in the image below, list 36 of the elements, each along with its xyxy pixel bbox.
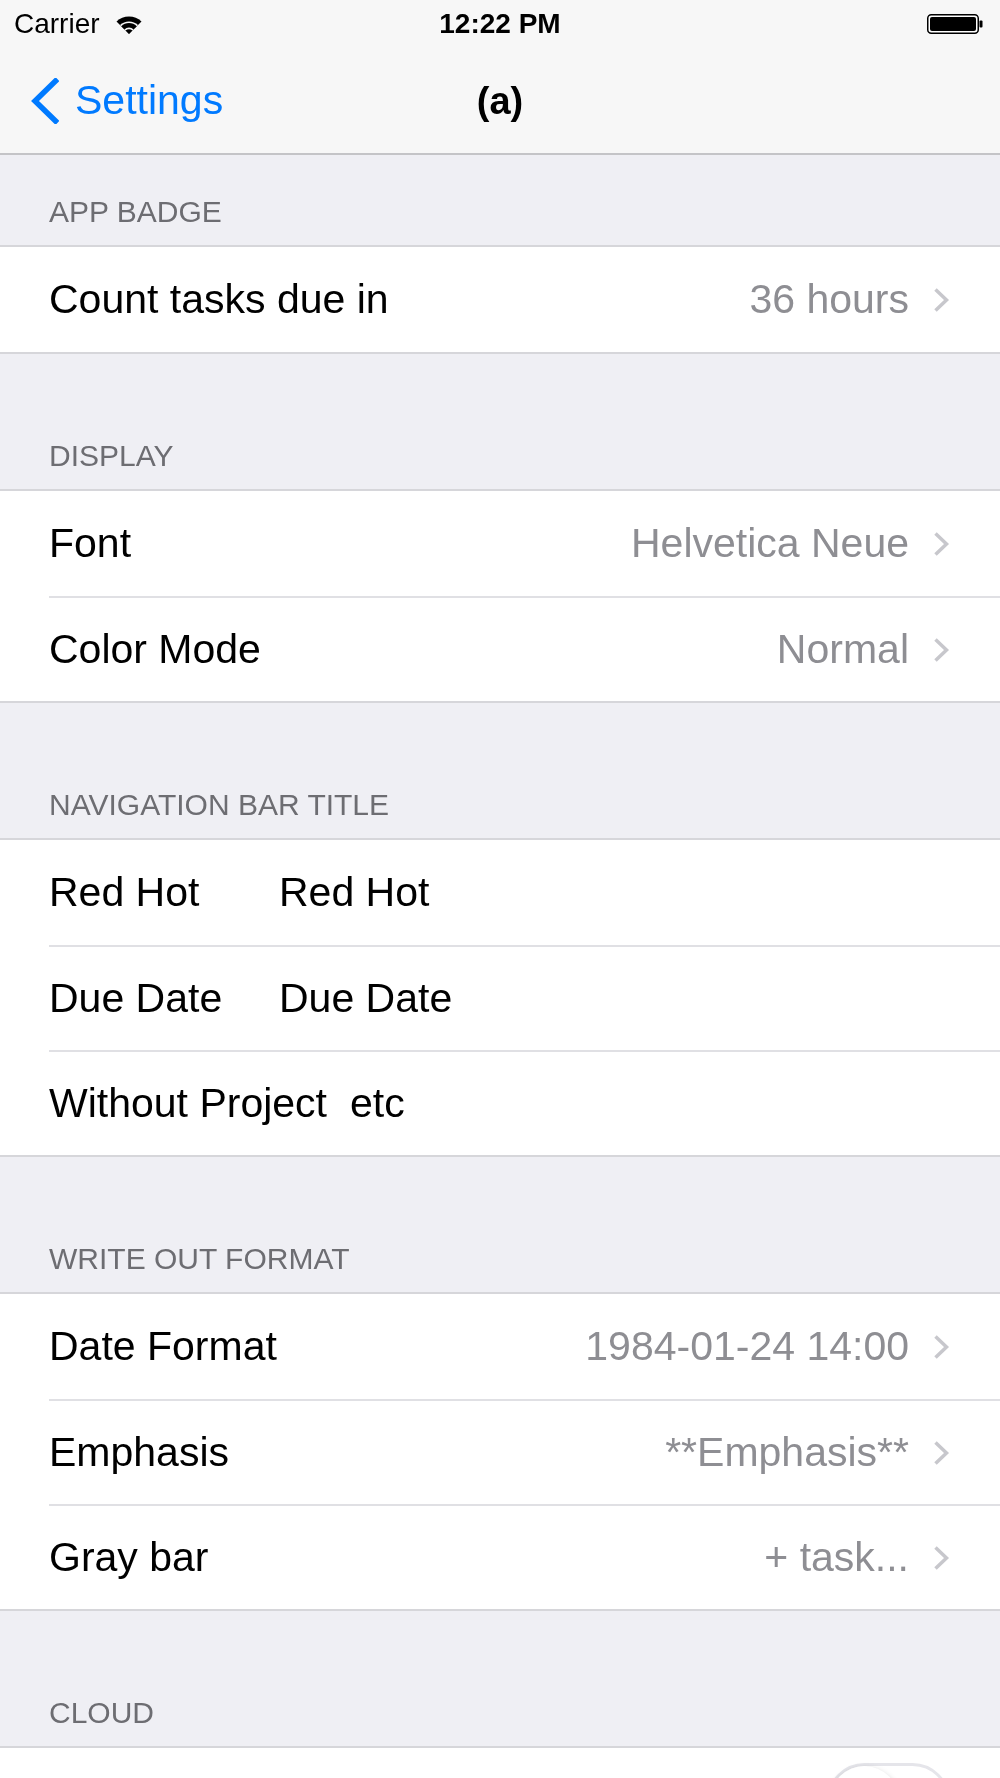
chevron-icon xyxy=(933,1439,950,1466)
title-value: Red Hot xyxy=(279,872,430,913)
row-label: Gray bar xyxy=(49,1537,209,1578)
row-label: Date Format xyxy=(49,1326,277,1367)
row-value: Helvetica Neue xyxy=(630,523,909,564)
title-value: Due Date xyxy=(279,978,453,1019)
row-value: + task... xyxy=(764,1537,909,1578)
chevron-icon xyxy=(933,1544,950,1571)
row-label: Font xyxy=(49,523,132,564)
row-label: Without Project xyxy=(49,1083,327,1124)
row-label: Red Hot xyxy=(49,872,201,913)
row-label: Count tasks due in xyxy=(49,279,389,320)
title-value: etc xyxy=(350,1083,405,1124)
row-value: 36 hours xyxy=(749,279,909,320)
status-time: 12:22 PM xyxy=(439,10,561,38)
chevron-icon xyxy=(933,1333,950,1360)
section-header: DISPLAY xyxy=(49,441,174,471)
row-label: Color Mode xyxy=(49,629,261,670)
section-header: WRITE OUT FORMAT xyxy=(49,1244,350,1274)
carrier-label: Carrier xyxy=(14,10,100,38)
section-header: CLOUD xyxy=(49,1698,154,1728)
chevron-icon xyxy=(933,530,950,557)
row-value: Normal xyxy=(776,629,909,670)
battery-icon xyxy=(927,14,983,34)
back-chevron-icon xyxy=(30,77,59,124)
row-value: **Emphasis** xyxy=(665,1432,909,1473)
row-label: Due Date xyxy=(49,978,224,1019)
chevron-icon xyxy=(933,286,950,313)
row-label: Emphasis xyxy=(49,1432,229,1473)
nav-title: (a) xyxy=(476,81,524,120)
row-value: 1984-01-24 14:00 xyxy=(585,1326,909,1367)
section-header: NAVIGATION BAR TITLE xyxy=(49,790,390,820)
chevron-icon xyxy=(933,636,950,663)
back-button[interactable]: Settings xyxy=(0,65,232,136)
section-header: APP BADGE xyxy=(49,197,222,227)
wifi-icon xyxy=(115,14,142,34)
